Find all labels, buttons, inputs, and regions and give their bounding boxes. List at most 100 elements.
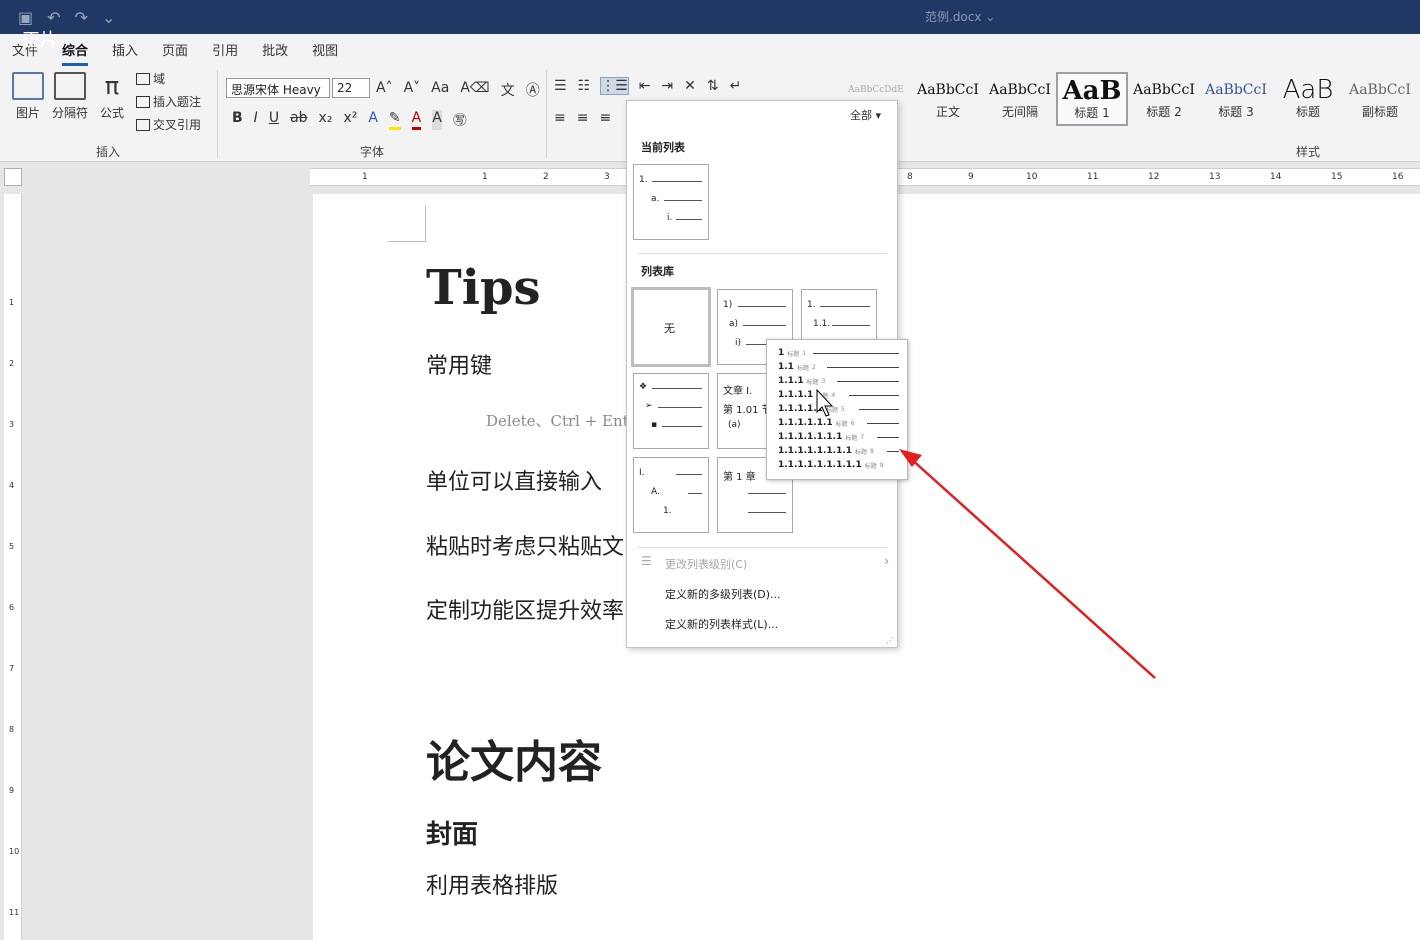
tab-view[interactable]: 视图: [300, 34, 350, 66]
font-color-icon[interactable]: A: [411, 110, 422, 130]
field-button[interactable]: 域: [136, 70, 165, 87]
change-list-level-item: 更改列表级别(C): [665, 558, 748, 571]
show-marks-icon[interactable]: ↵: [730, 78, 742, 94]
paragraph-tools-row-1: ☰ ☷ ⋮☰ ⇤ ⇥ ✕ ⇅ ↵: [554, 77, 742, 95]
picture-button[interactable]: 图片: [6, 72, 50, 121]
current-list-thumb[interactable]: 1. a. i.: [633, 164, 709, 240]
align-center-icon[interactable]: ≡: [577, 110, 589, 126]
ruler-number: 11: [1087, 172, 1099, 182]
ribbon-tabs: 文件 综合 插入 页面 引用 批改 视图: [0, 34, 1420, 66]
crossref-icon: [136, 118, 150, 131]
ruler-number: 16: [1392, 172, 1404, 182]
align-left-icon[interactable]: ≡: [554, 110, 566, 126]
font-tools-row-2: B I U ab x₂ x² A ✎ A A ㊢: [232, 110, 467, 130]
caption-icon: [136, 95, 150, 108]
list-preview-tooltip: 1 标题 1 1.1 标题 2 1.1.1 标题 3 1.1.1.1 标题 4 1.1.1.1.…: [766, 339, 908, 480]
cross-reference-button[interactable]: 交叉引用: [136, 116, 201, 133]
ruler-number: 15: [1331, 172, 1343, 182]
style-item-selected[interactable]: AaB 标题 1: [1056, 72, 1128, 126]
align-right-icon[interactable]: ≡: [599, 110, 611, 126]
list-library-heading: 列表库: [641, 265, 674, 278]
crop-mark: [388, 206, 426, 242]
style-item[interactable]: AaBbCcI 正文: [912, 72, 984, 126]
increase-indent-icon[interactable]: ⇥: [661, 78, 673, 94]
asian-layout-icon[interactable]: ✕: [684, 78, 696, 94]
paragraph[interactable]: 定制功能区提升效率: [426, 593, 624, 625]
paragraph-tools-row-2: ≡ ≡ ≡: [554, 110, 611, 126]
tab-layout[interactable]: 页面: [150, 34, 200, 66]
group-divider: [546, 70, 547, 158]
decrease-indent-icon[interactable]: ⇤: [639, 78, 651, 94]
char-shading-icon[interactable]: A: [432, 110, 442, 130]
style-item[interactable]: AaBbCcI 标题 3: [1200, 72, 1272, 126]
ruler-number: 3: [604, 172, 610, 182]
bullets-icon[interactable]: ☰: [554, 78, 567, 94]
define-list-style-item[interactable]: 定义新的列表样式(L)...: [665, 616, 778, 632]
clear-format-icon[interactable]: A⌫: [460, 80, 489, 100]
undo-icon[interactable]: ↶: [47, 8, 60, 27]
strikethrough-icon[interactable]: ab: [290, 110, 307, 130]
insert-caption-button[interactable]: 插入题注: [136, 93, 201, 110]
filter-all-button[interactable]: 全部 ▾: [850, 107, 881, 123]
text-effects-icon[interactable]: A: [368, 110, 378, 130]
grow-font-icon[interactable]: A˄: [376, 80, 393, 100]
ruler-number: 9: [9, 786, 15, 795]
ruler-number: 2: [543, 172, 549, 182]
superscript-icon[interactable]: x²: [343, 110, 357, 130]
paragraph[interactable]: 常用键: [426, 348, 492, 380]
menu-divider: [637, 547, 887, 548]
separator-button[interactable]: 分隔符: [48, 72, 92, 121]
char-border-icon[interactable]: Ⓐ: [526, 80, 540, 100]
ruler-number: 10: [1026, 172, 1038, 182]
tab-references[interactable]: 引用: [200, 34, 250, 66]
paragraph[interactable]: 单位可以直接输入: [426, 464, 602, 496]
bold-icon[interactable]: B: [232, 110, 243, 130]
font-size-select[interactable]: 22: [332, 78, 370, 98]
shrink-font-icon[interactable]: A˅: [404, 80, 421, 100]
numbering-icon[interactable]: ☷: [578, 78, 591, 94]
ruler-number: 12: [1148, 172, 1160, 182]
style-item[interactable]: AaBbCcI 无间隔: [984, 72, 1056, 126]
heading-cover[interactable]: 封面: [426, 814, 478, 851]
italic-icon[interactable]: I: [254, 110, 258, 130]
style-item[interactable]: AaBbCcI 副标题: [1344, 72, 1416, 126]
ruler-number: 5: [9, 542, 15, 551]
arrow-bullet-icon: ➢: [645, 401, 653, 411]
subscript-icon[interactable]: x₂: [319, 110, 333, 130]
tab-insert[interactable]: 插入: [100, 34, 150, 66]
change-case-icon[interactable]: Aa: [431, 80, 449, 100]
highlight-icon[interactable]: ✎: [388, 110, 401, 130]
font-name-select[interactable]: 思源宋体 Heavy: [226, 78, 330, 98]
phonetic-icon[interactable]: 文: [501, 80, 515, 100]
ruler-number: 1: [362, 172, 368, 182]
styles-gallery: AaBbCcDdE容 AaBbCcI正文 AaBbCcI无间隔 AaB标题 1 …: [840, 72, 1420, 126]
list-bullet-thumb[interactable]: ❖ ➢ ▪: [633, 373, 709, 449]
formula-button[interactable]: π 公式: [90, 72, 134, 121]
list-roman-thumb[interactable]: I. A. 1.: [633, 457, 709, 533]
sort-icon[interactable]: ⇅: [707, 78, 719, 94]
paragraph[interactable]: Delete、Ctrl + Ente: [486, 410, 638, 431]
enclose-char-icon[interactable]: ㊢: [453, 110, 467, 130]
paragraph[interactable]: 粘贴时考虑只粘贴文: [426, 529, 624, 561]
paragraph[interactable]: 利用表格排版: [426, 868, 558, 900]
styles-group-label: 样式: [1296, 145, 1321, 159]
tab-selector[interactable]: [4, 168, 22, 186]
diamond-bullet-icon: ❖: [639, 382, 648, 392]
tab-review[interactable]: 批改: [250, 34, 300, 66]
heading-tips[interactable]: Tips: [426, 260, 541, 316]
style-item[interactable]: AaB 标题: [1272, 72, 1344, 126]
multilevel-list-icon[interactable]: ⋮☰: [600, 77, 629, 95]
redo-icon[interactable]: ↷: [75, 8, 88, 27]
resize-grip-icon[interactable]: ⋰: [886, 636, 894, 645]
menu-divider: [637, 253, 887, 254]
vertical-ruler[interactable]: 1 2 3 4 5 6 7 8 9 10 11: [4, 194, 22, 940]
heading-thesis[interactable]: 论文内容: [426, 726, 602, 790]
style-item[interactable]: AaBbCcI 标题 2: [1128, 72, 1200, 126]
underline-icon[interactable]: U: [269, 110, 279, 130]
document-title[interactable]: 范例.docx ⌄: [925, 8, 995, 25]
define-multilevel-list-item[interactable]: 定义新的多级列表(D)...: [665, 586, 781, 602]
customize-qat-icon[interactable]: ⌄: [102, 8, 115, 27]
save-icon[interactable]: ▣: [18, 8, 33, 27]
list-none-thumb[interactable]: 无: [631, 287, 711, 367]
field-icon: [136, 72, 150, 85]
